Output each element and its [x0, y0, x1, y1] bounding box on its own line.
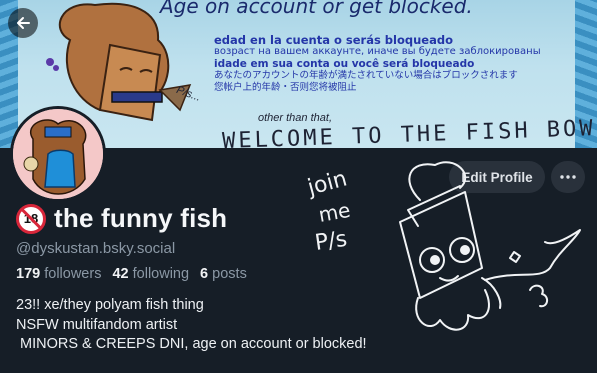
followers-label: followers	[44, 266, 102, 282]
avatar-character-art	[13, 109, 103, 199]
followers-link[interactable]: 179 followers	[16, 266, 101, 282]
no-under-18-text: 18	[23, 211, 39, 226]
banner-line-pt: idade em sua conta ou você será bloquead…	[214, 58, 475, 70]
followers-count: 179	[16, 266, 41, 282]
profile-handle[interactable]: @dyskustan.bsky.social	[16, 240, 175, 257]
banner-line-ru: возраст на вашем аккаунте, иначе вы буде…	[214, 46, 541, 57]
following-label: following	[132, 266, 190, 282]
arrow-left-icon	[17, 17, 30, 29]
banner-language-lines: edad en la cuenta o serás bloqueado возр…	[214, 34, 541, 94]
posts-count: 6	[200, 266, 209, 282]
profile-stats: 179 followers 42 following 6 posts	[16, 266, 254, 282]
doodle-text-pls: P/s	[313, 227, 348, 256]
banner-line-zh: 您帐户上的年龄・否则您将被阻止	[214, 82, 357, 93]
profile-bio: 23!! xe/they polyam fish thing NSFW mult…	[16, 297, 367, 352]
following-link[interactable]: 42 following	[112, 266, 189, 282]
back-button[interactable]	[8, 8, 38, 38]
posts-stat: 6 posts	[200, 266, 247, 282]
banner-line-ja: あなたのアカウントの年齢が満たされていない場合はブロックされます	[214, 70, 518, 81]
posts-label: posts	[212, 266, 247, 282]
no-under-18-icon: 18	[16, 203, 46, 234]
display-name: the funny fish	[54, 203, 228, 233]
doodle-text-me: me	[317, 198, 352, 227]
banner-other-text: other than that,	[258, 112, 332, 124]
doodle-text-join: join	[304, 166, 350, 201]
banner-top-text: Age on account or get blocked.	[160, 0, 473, 18]
avatar[interactable]	[10, 106, 106, 202]
display-name-row: 18 the funny fish	[16, 203, 227, 234]
banner-line-es: edad en la cuenta o serás bloqueado	[214, 33, 453, 47]
following-count: 42	[112, 266, 129, 282]
